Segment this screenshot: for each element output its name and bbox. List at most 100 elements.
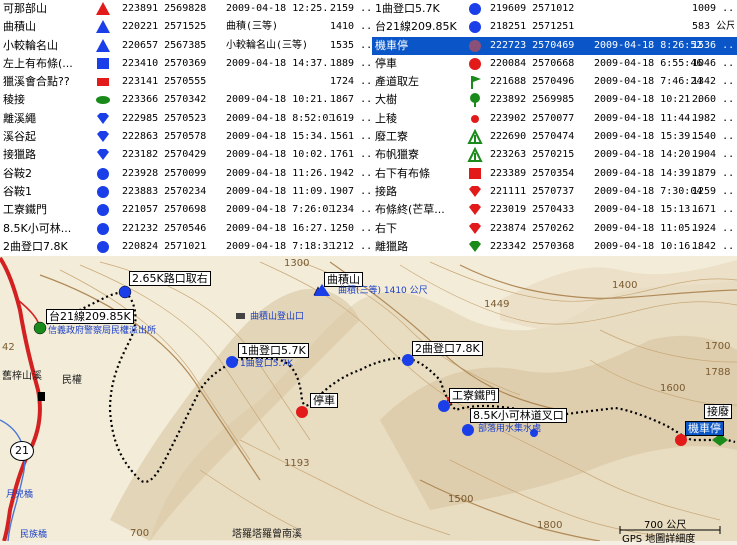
waypoint-row[interactable]: 8.5K小可林... 221232 2570546 2009-04-18 16:27… [0, 220, 372, 238]
waypoint-name: 產道取左 [375, 75, 419, 89]
waypoint-symbol-icon [92, 18, 114, 36]
waypoint-row[interactable]: 2曲登口7.8K 220824 2571021 2009-04-18 7:18:33… [0, 238, 372, 256]
waypoint-elevation: 1540 ... [692, 131, 734, 143]
waypoint-elevation: 1924 ... [692, 222, 734, 234]
waypoint-row[interactable]: 布條終(芒草... 223019 2570433 2009-04-18 15:13.… [372, 201, 737, 219]
waypoint-symbol-icon [464, 18, 486, 36]
waypoint-symbol-icon [464, 183, 486, 201]
map-label-village-river: 舊梓山溪 [2, 371, 42, 382]
waypoint-list-right[interactable]: 1曲登口5.7K 219609 2571012 1009 ... 台21線209.85… [372, 0, 737, 256]
waypoint-elevation: 1536 ... [692, 39, 734, 51]
waypoint-row[interactable]: 上稜 223902 2570077 2009-04-18 11:44... 1982 … [372, 110, 737, 128]
map-label-moto[interactable]: 機車停 [685, 421, 724, 436]
waypoint-row[interactable]: 工寮鐵門 221057 2570698 2009-04-18 7:26:03 1234… [0, 201, 372, 219]
waypoint-time: 2009-04-18 15:13... [594, 204, 702, 216]
waypoint-name: 離溪繩 [3, 111, 36, 125]
waypoint-row[interactable]: 稜接 223366 2570342 2009-04-18 10:21... 1867 … [0, 91, 372, 109]
waypoint-coord: 223902 2570077 [490, 112, 575, 124]
waypoint-row[interactable]: 台21線209.85K 218251 2571251 583 公尺 [372, 18, 737, 36]
waypoint-coord: 223410 2570369 [122, 57, 207, 69]
contour-label: 1700 [705, 341, 731, 352]
waypoint-symbol-icon [92, 128, 114, 146]
waypoint-row[interactable]: 停車 220084 2570668 2009-04-18 6:55:46 1046 .… [372, 55, 737, 73]
waypoint-symbol-icon [464, 238, 486, 256]
waypoint-row[interactable]: 離溪繩 222985 2570523 2009-04-18 8:52:03 1619 … [0, 110, 372, 128]
waypoint-symbol-icon [92, 165, 114, 183]
waypoint-time: 2009-04-18 16:27... [226, 222, 331, 234]
map-label-minquan: 民權 [62, 375, 82, 386]
waypoint-row[interactable]: 離獵路 223342 2570368 2009-04-18 10:16... 1842… [372, 238, 737, 256]
waypoint-row[interactable]: 廢工寮 222690 2570474 2009-04-18 15:39... 1540… [372, 128, 737, 146]
waypoint-coord: 223342 2570368 [490, 240, 575, 252]
waypoint-name: 8.5K小可林... [3, 221, 72, 235]
waypoint-name: 接獵路 [3, 148, 36, 162]
contour-label: 1788 [705, 367, 731, 378]
waypoint-time: 2009-04-18 7:18:33 [226, 240, 331, 252]
waypoint-row[interactable]: 左上有布條(... 223410 2570369 2009-04-18 14:37.… [0, 55, 372, 73]
waypoint-symbol-icon [92, 183, 114, 201]
contour-label: 1800 [537, 520, 563, 531]
waypoint-name: 稜接 [3, 93, 25, 107]
waypoint-elevation: 1561 ... [330, 131, 370, 143]
waypoint-coord: 223389 2570354 [490, 167, 575, 179]
waypoint-symbol-icon [92, 73, 114, 91]
waypoint-elevation: 1342 ... [692, 76, 734, 88]
waypoint-row[interactable]: 溪谷起 222863 2570578 2009-04-18 15:34... 1561… [0, 128, 372, 146]
contour-label: 1449 [484, 299, 510, 310]
waypoint-coord: 221688 2570496 [490, 76, 575, 88]
waypoint-coord: 222690 2570474 [490, 131, 575, 143]
waypoint-elevation: 1879 ... [692, 167, 734, 179]
waypoint-elevation: 1009 ... [692, 3, 734, 14]
waypoint-coord: 223019 2570433 [490, 204, 575, 216]
waypoint-row[interactable]: 曲積山 220221 2571525 曲積(三等) 1410 ... [0, 18, 372, 36]
waypoint-elevation: 1250 ... [330, 222, 370, 234]
waypoint-coord: 222863 2570578 [122, 131, 207, 143]
map-label-peak-sub: 曲積(三等) 1410 公尺 [338, 286, 428, 296]
waypoint-symbol-icon [464, 37, 486, 55]
waypoint-row[interactable]: 大樹 223892 2569985 2009-04-18 10:21... 2060 … [372, 91, 737, 109]
waypoint-row[interactable]: 機車停 222723 2570469 2009-04-18 8:26:52 1536 … [372, 36, 737, 55]
waypoint-name: 接路 [375, 184, 397, 198]
waypoint-row[interactable]: 接獵路 223182 2570429 2009-04-18 10:02... 1761… [0, 146, 372, 164]
map-label-entry2: 2曲登口7.8K [412, 341, 483, 356]
waypoint-row[interactable]: 小較輪名山 220657 2567385 小較輪名山(三等) 1535 ... [0, 37, 372, 55]
waypoint-name: 谷鞍2 [3, 166, 32, 180]
waypoint-name: 大樹 [375, 93, 397, 107]
waypoint-time: 2009-04-18 14:20... [594, 149, 702, 161]
waypoint-row[interactable]: 右下有布條 223389 2570354 2009-04-18 14:39... 18… [372, 165, 737, 183]
route-21-badge: 21 [10, 441, 34, 461]
waypoint-row[interactable]: 接路 221111 2570737 2009-04-18 7:30:04 1259 .… [372, 183, 737, 201]
waypoint-name: 曲積山 [3, 20, 36, 34]
waypoint-elevation: 2060 ... [692, 94, 734, 106]
waypoint-elevation: 1234 ... [330, 204, 370, 216]
waypoint-symbol-icon [464, 165, 486, 183]
waypoint-list-left[interactable]: 可那部山 223891 2569828 2009-04-18 12:25... 215… [0, 0, 372, 256]
waypoint-time: 2009-04-18 10:21... [594, 94, 702, 106]
waypoint-coord: 220824 2571021 [122, 240, 207, 252]
waypoint-coord: 221232 2570546 [122, 222, 207, 234]
waypoint-row[interactable]: 谷鞍2 223928 2570099 2009-04-18 11:26... 1942… [0, 165, 372, 183]
waypoint-name: 可那部山 [3, 2, 47, 15]
waypoint-row[interactable]: 獵溪會合點?? 223141 2570555 1724 ... [0, 73, 372, 91]
waypoint-name: 2曲登口7.8K [3, 239, 68, 253]
waypoint-elevation: 1410 ... [330, 21, 370, 33]
waypoint-row[interactable]: 產道取左 221688 2570496 2009-04-18 7:46:24 1342… [372, 73, 737, 91]
waypoint-row[interactable]: 谷鞍1 223883 2570234 2009-04-18 11:09... 1907… [0, 183, 372, 201]
waypoint-elevation: 1942 ... [330, 167, 370, 179]
waypoint-name: 布條終(芒草... [375, 203, 445, 217]
map-label-yuexiang: 月兒橋 [6, 490, 34, 500]
waypoint-time: 2009-04-18 10:02... [226, 149, 331, 161]
waypoint-row[interactable]: 右下 223874 2570262 2009-04-18 11:05... 1924 … [372, 220, 737, 238]
waypoint-time: 曲積(三等) [226, 21, 279, 33]
map-label-police: 信義政府警察局民權派出所 [48, 326, 157, 336]
map-credit: GPS 地圖詳細度 [622, 534, 696, 545]
police-marker [38, 392, 45, 401]
waypoint-symbol-icon [92, 0, 114, 18]
waypoint-time: 2009-04-18 7:26:03 [226, 204, 331, 216]
contour-label: 1300 [284, 258, 310, 269]
waypoint-row[interactable]: 1曲登口5.7K 219609 2571012 1009 ... [372, 0, 737, 18]
waypoint-coord: 223891 2569828 [122, 3, 207, 14]
waypoint-row[interactable]: 可那部山 223891 2569828 2009-04-18 12:25... 215… [0, 0, 372, 18]
waypoint-coord: 220221 2571525 [122, 21, 207, 33]
waypoint-row[interactable]: 布帆獵寮 223263 2570215 2009-04-18 14:20... 190… [372, 146, 737, 164]
